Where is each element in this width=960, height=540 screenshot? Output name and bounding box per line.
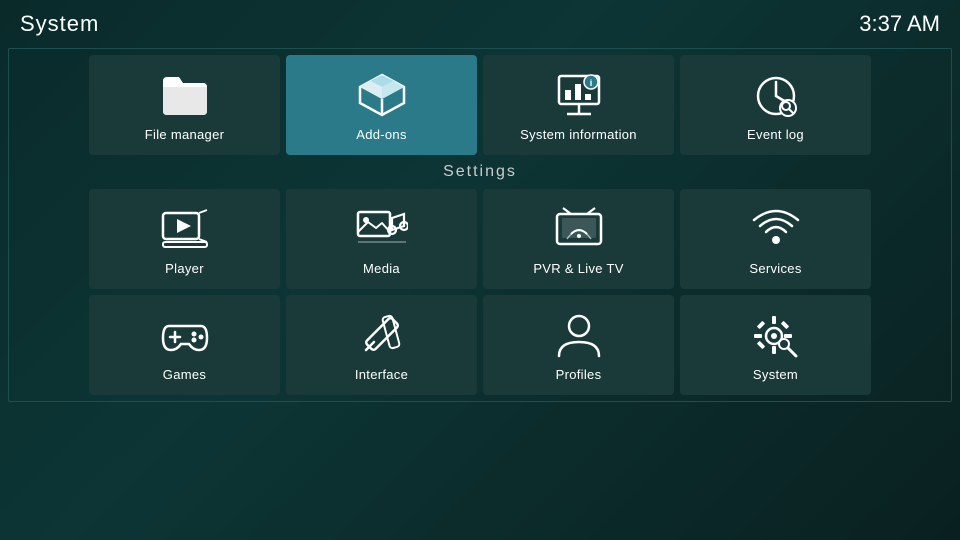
tile-system[interactable]: System <box>680 295 871 395</box>
top-bar: System 3:37 AM <box>0 0 960 48</box>
system-info-icon: i <box>551 71 607 119</box>
tile-player[interactable]: Player <box>89 189 280 289</box>
tile-services[interactable]: Services <box>680 189 871 289</box>
tile-label: File manager <box>145 127 224 142</box>
tile-label: System <box>753 367 798 382</box>
tile-label: System information <box>520 127 637 142</box>
tile-label: Event log <box>747 127 804 142</box>
app-title: System <box>20 11 99 37</box>
tile-label: Add-ons <box>356 127 407 142</box>
tile-file-manager[interactable]: File manager <box>89 55 280 155</box>
tile-media[interactable]: Media <box>286 189 477 289</box>
media-icon <box>354 205 410 253</box>
player-icon <box>157 205 213 253</box>
tile-label: Media <box>363 261 400 276</box>
tile-pvr-live-tv[interactable]: PVR & Live TV <box>483 189 674 289</box>
tile-add-ons[interactable]: Add-ons <box>286 55 477 155</box>
tile-games[interactable]: Games <box>89 295 280 395</box>
svg-text:i: i <box>589 78 592 88</box>
settings-label: Settings <box>9 163 951 181</box>
tile-event-log[interactable]: Event log <box>680 55 871 155</box>
system-settings-icon <box>748 311 804 359</box>
content-area: File manager Add-ons <box>8 48 952 402</box>
profiles-icon <box>551 311 607 359</box>
tile-system-information[interactable]: i System information <box>483 55 674 155</box>
interface-icon <box>354 311 410 359</box>
settings-grid: Player <box>89 189 871 395</box>
tile-label: Interface <box>355 367 408 382</box>
event-log-icon <box>748 71 804 119</box>
pvr-icon <box>551 205 607 253</box>
folder-icon <box>157 71 213 119</box>
games-icon <box>157 311 213 359</box>
tile-label: Profiles <box>556 367 602 382</box>
top-row: File manager Add-ons <box>9 55 951 155</box>
tile-label: PVR & Live TV <box>533 261 623 276</box>
services-icon <box>748 205 804 253</box>
clock: 3:37 AM <box>859 11 940 37</box>
tile-label: Services <box>749 261 801 276</box>
tile-label: Player <box>165 261 204 276</box>
tile-profiles[interactable]: Profiles <box>483 295 674 395</box>
settings-section: Player <box>9 189 951 395</box>
tile-interface[interactable]: Interface <box>286 295 477 395</box>
addons-icon <box>354 71 410 119</box>
tile-label: Games <box>163 367 206 382</box>
